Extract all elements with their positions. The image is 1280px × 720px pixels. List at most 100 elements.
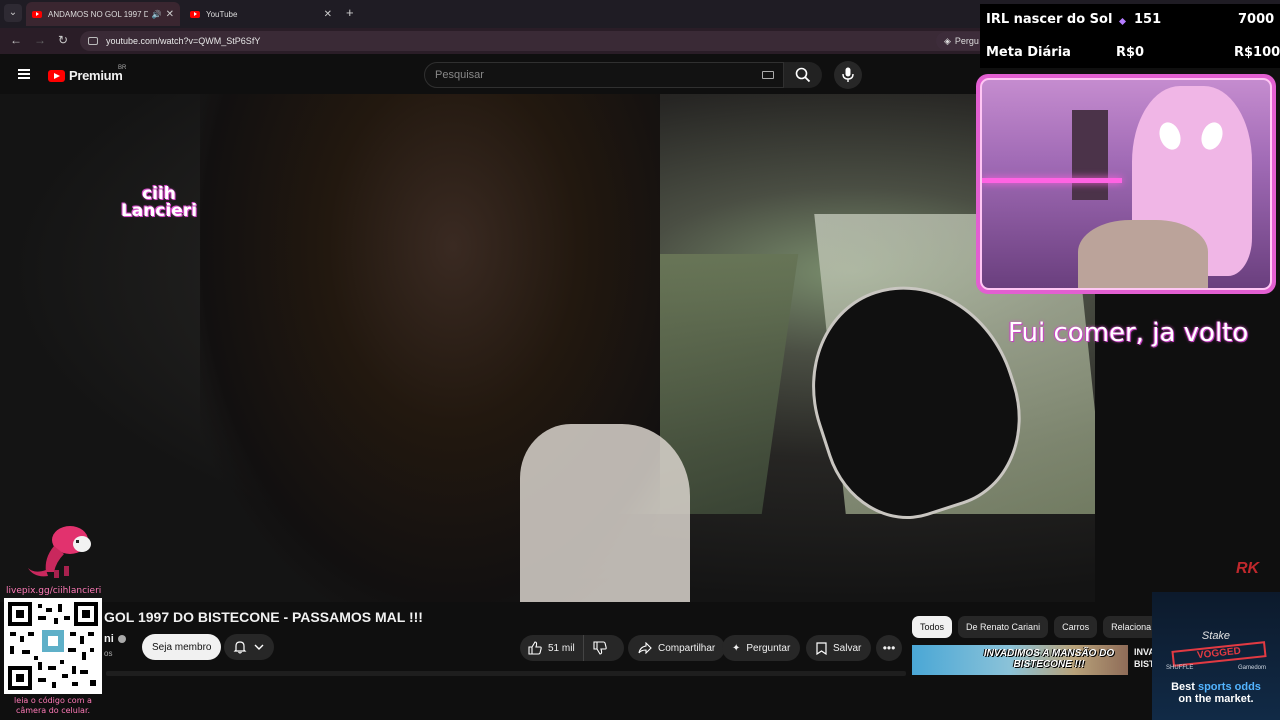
voice-search-button[interactable] — [834, 61, 862, 89]
site-info-icon[interactable] — [88, 37, 98, 45]
streamer-name-line2: Lancieri — [120, 201, 198, 221]
ad-partner-right: Gamedom — [1237, 665, 1266, 671]
share-icon — [638, 642, 652, 654]
speaker-icon[interactable]: 🔊 — [152, 10, 162, 19]
thumbnail-text: INVADIMOS A MANSÃO DO BISTECONE !!! — [983, 648, 1115, 670]
microphone-icon — [842, 67, 854, 82]
like-count: 51 mil — [548, 642, 575, 654]
webcam-frame — [976, 74, 1276, 294]
join-button[interactable]: Seja membro — [142, 634, 222, 660]
related-video-title[interactable]: INVA BIST — [1134, 646, 1154, 670]
new-tab-button[interactable]: + — [346, 5, 354, 20]
share-label: Compartilhar — [658, 642, 716, 654]
dinosaur-mascot-icon — [28, 526, 91, 578]
browser-ask-label: Pergu — [954, 36, 979, 46]
ad-line2: on the market. — [1178, 693, 1254, 705]
sparkle-icon: ✦ — [732, 642, 741, 654]
sponsor-ad: Stake VOGGED SHUFFLE Gamedom Best sports… — [1152, 592, 1280, 720]
thumbs-up-icon — [528, 641, 542, 655]
livepix-url: livepix.gg/ciihlancieri — [6, 586, 102, 596]
brb-message: Fui comer, ja volto — [1008, 318, 1249, 348]
video-player[interactable] — [0, 94, 1095, 602]
share-button[interactable]: Compartilhar — [628, 635, 726, 661]
chip-all[interactable]: Todos — [912, 616, 953, 638]
channel-name[interactable]: ni — [104, 633, 126, 645]
youtube-logo-icon — [48, 69, 65, 82]
ad-partners: SHUFFLE Gamedom — [1166, 665, 1266, 671]
video-frame-passenger — [520, 424, 690, 602]
url-text: youtube.com/watch?v=QWM_StP6SfY — [106, 36, 261, 46]
bookmark-icon — [816, 641, 827, 655]
verified-icon — [117, 635, 126, 644]
url-field[interactable]: youtube.com/watch?v=QWM_StP6SfY — [80, 31, 1000, 51]
ad-line1-accent: sports odds — [1197, 681, 1261, 693]
youtube-logo[interactable]: Premium — [48, 68, 123, 83]
ask-label: Perguntar — [746, 642, 791, 654]
ad-stamp: VOGGED — [1171, 641, 1267, 667]
save-label: Salvar — [833, 642, 862, 654]
search-button[interactable] — [784, 62, 822, 88]
search-placeholder: Pesquisar — [435, 69, 484, 81]
join-label: Seja membro — [152, 641, 212, 653]
webcam-person — [1078, 220, 1208, 288]
related-video-thumbnail[interactable]: INVADIMOS A MANSÃO DO BISTECONE !!! — [912, 645, 1128, 675]
reload-icon[interactable]: ↻ — [58, 33, 68, 47]
more-actions-button[interactable]: ••• — [876, 635, 902, 661]
chip-cars[interactable]: Carros — [1054, 616, 1098, 638]
youtube-favicon-icon — [32, 10, 42, 18]
video-title: GOL 1997 DO BISTECONE - PASSAMOS MAL !!! — [104, 609, 423, 625]
description-box-edge — [106, 671, 906, 676]
back-arrow-icon[interactable]: ← — [10, 33, 22, 47]
dislike-button[interactable] — [584, 635, 616, 661]
tab-video[interactable]: ANDAMOS NO GOL 1997 D 🔊 ✕ — [26, 2, 180, 26]
chevron-down-icon — [254, 644, 264, 650]
thumbs-down-icon — [593, 641, 607, 655]
webcam-led-light — [982, 178, 1122, 183]
tab-title: YouTube — [206, 9, 238, 19]
channel-watermark: RK — [1236, 560, 1260, 577]
channel-name-text: ni — [104, 633, 114, 645]
more-icon: ••• — [882, 641, 896, 655]
qr-code-pattern — [8, 602, 98, 690]
qr-code — [4, 598, 102, 694]
menu-icon[interactable] — [18, 69, 30, 79]
stat-goal: R$100 — [1234, 45, 1280, 60]
stat-goal: 7000 — [1238, 12, 1275, 27]
ad-line1-pre: Best — [1171, 681, 1198, 693]
search-icon — [795, 67, 811, 83]
tab-list-button[interactable]: ⌄ — [4, 4, 22, 22]
tab-youtube[interactable]: YouTube ✕ — [184, 2, 338, 26]
stat-label: Meta Diária — [986, 45, 1071, 60]
ad-partner-left: SHUFFLE — [1166, 665, 1194, 671]
diamond-icon — [1118, 17, 1127, 26]
like-button[interactable]: 51 mil — [520, 635, 584, 661]
logo-region: BR — [118, 65, 127, 71]
search-input[interactable]: Pesquisar — [424, 62, 784, 88]
close-icon[interactable]: ✕ — [324, 9, 332, 20]
tab-title: ANDAMOS NO GOL 1997 D — [48, 9, 148, 19]
save-button[interactable]: Salvar — [806, 635, 872, 661]
related-filter-chips: Todos De Renato Cariani Carros Relaciona — [912, 616, 1160, 638]
stat-current: R$0 — [1116, 45, 1145, 60]
stats-row-irl: IRL nascer do Sol 151 7000 — [986, 12, 1276, 32]
stream-stats-panel: IRL nascer do Sol 151 7000 Meta Diária R… — [980, 4, 1280, 68]
notifications-button[interactable] — [224, 634, 274, 660]
stats-row-meta: Meta Diária R$0 R$100 — [986, 45, 1280, 65]
ad-line1: Best sports odds — [1152, 681, 1280, 693]
forward-arrow-icon[interactable]: → — [34, 33, 46, 47]
subscriber-count: os — [104, 649, 113, 658]
streamer-name: ciih Lancieri — [74, 186, 244, 220]
close-icon[interactable]: ✕ — [166, 9, 174, 20]
like-dislike-group: 51 mil — [520, 635, 624, 661]
bell-icon — [233, 641, 247, 654]
chip-channel[interactable]: De Renato Cariani — [958, 616, 1049, 638]
webcam-feed — [980, 78, 1272, 290]
ask-button[interactable]: ✦ Perguntar — [722, 635, 801, 661]
chip-related[interactable]: Relaciona — [1103, 616, 1160, 638]
keyboard-icon[interactable] — [762, 71, 774, 79]
stat-count: 151 — [1134, 12, 1162, 27]
youtube-favicon-icon — [190, 10, 200, 18]
qr-caption: leia o código com a câmera do celular. — [14, 696, 92, 715]
stat-label: IRL nascer do Sol — [986, 12, 1113, 27]
logo-text: Premium — [69, 68, 123, 83]
